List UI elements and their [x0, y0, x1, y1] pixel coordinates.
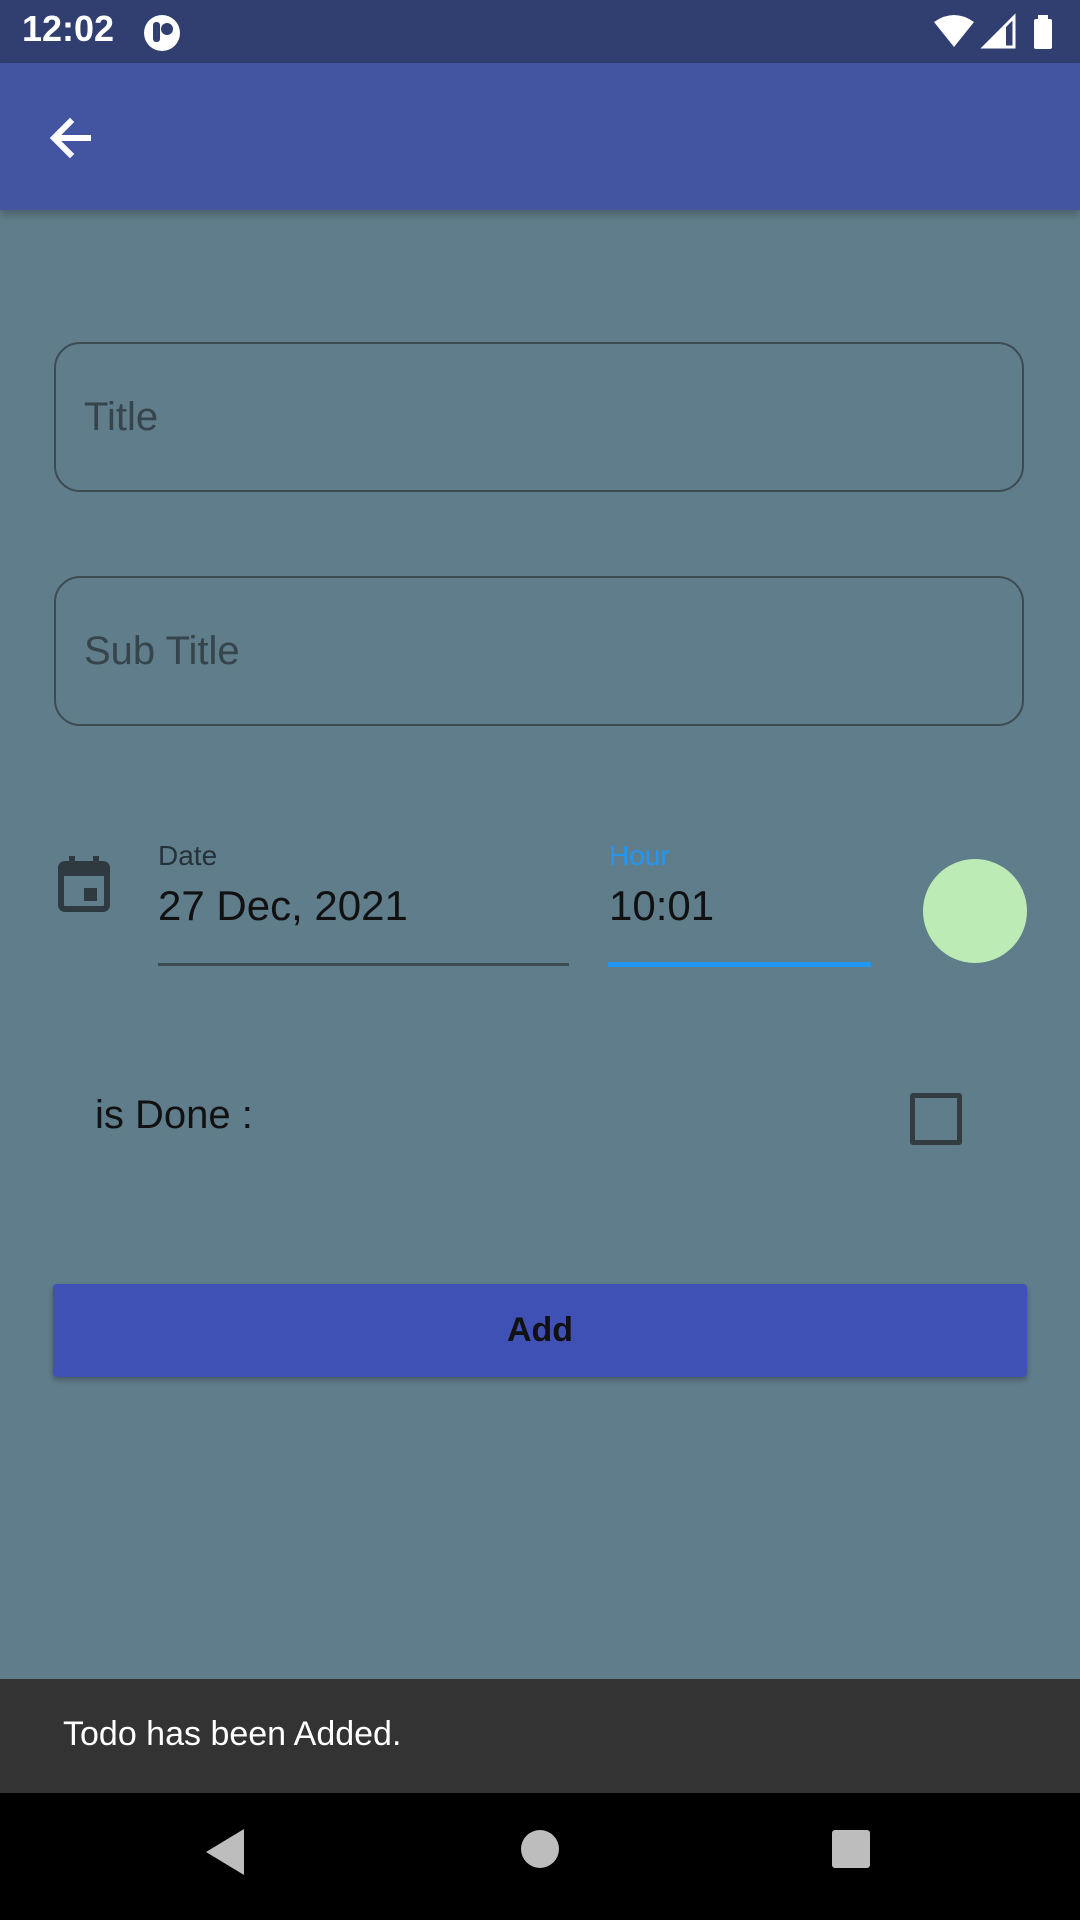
status-time: 12:02: [22, 8, 115, 49]
signal-icon: [980, 13, 1016, 49]
snackbar: Todo has been Added.: [0, 1679, 1080, 1793]
calendar-icon[interactable]: [58, 856, 110, 917]
status-dot: [923, 859, 1027, 963]
title-input[interactable]: [84, 344, 984, 490]
arrow-back-icon: [49, 117, 91, 159]
date-label: Date: [158, 840, 218, 871]
subtitle-field[interactable]: [54, 576, 1024, 726]
battery-icon: [1034, 15, 1052, 49]
nav-recents-icon[interactable]: [830, 1828, 872, 1875]
is-done-checkbox[interactable]: [910, 1093, 962, 1145]
back-button[interactable]: [38, 103, 108, 173]
nav-back-icon[interactable]: [200, 1823, 250, 1886]
hour-underline: [608, 962, 871, 967]
notification-app-icon: [142, 13, 182, 58]
nav-home-icon[interactable]: [519, 1828, 561, 1875]
snackbar-message: Todo has been Added.: [63, 1715, 402, 1753]
navigation-bar: [0, 1793, 1080, 1920]
add-button[interactable]: Add: [53, 1284, 1027, 1377]
app-bar: [0, 63, 1080, 210]
subtitle-input[interactable]: [84, 578, 984, 724]
status-indicators: [934, 13, 1058, 54]
is-done-label: is Done :: [95, 1093, 253, 1137]
status-bar: 12:02: [0, 0, 1080, 63]
wifi-icon: [934, 15, 974, 47]
date-underline: [158, 963, 569, 966]
hour-label: Hour: [609, 840, 670, 871]
title-field[interactable]: [54, 342, 1024, 492]
date-value[interactable]: 27 Dec, 2021: [158, 882, 408, 930]
hour-value[interactable]: 10:01: [609, 882, 714, 930]
